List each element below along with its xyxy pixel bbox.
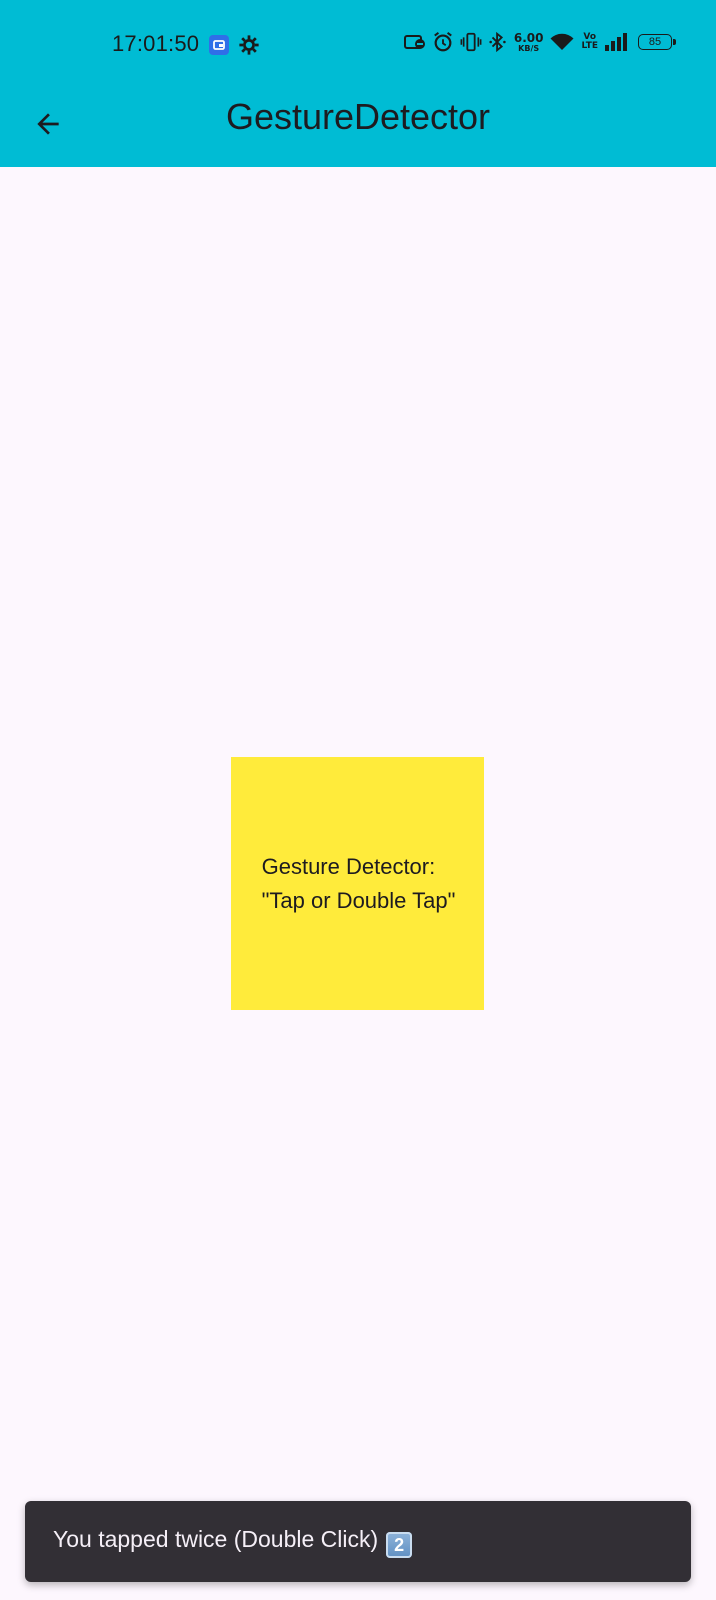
bluetooth-icon — [488, 31, 508, 53]
network-speed-unit: KB/S — [518, 43, 540, 53]
header: 17:01:50 6.00 KB/S Vo LTE 85 GestureDete… — [0, 0, 716, 167]
snackbar-message-wrap: You tapped twice (Double Click) 2 — [53, 1525, 413, 1558]
status-time: 17:01:50 — [112, 31, 200, 56]
page-title: GestureDetector — [225, 96, 491, 137]
alarm-icon — [432, 31, 454, 53]
wifi-icon — [549, 31, 575, 53]
gesture-detector-box[interactable]: Gesture Detector: "Tap or Double Tap" — [231, 757, 484, 1010]
battery-icon: 85 — [638, 34, 676, 50]
app-notification-icon — [208, 34, 230, 61]
network-speed: 6.00 KB/S — [514, 32, 544, 53]
gesture-box-line-2: "Tap or Double Tap" — [261, 887, 456, 913]
volte-indicator: Vo LTE — [581, 33, 598, 51]
vibrate-icon — [460, 31, 482, 53]
status-bar: 17:01:50 6.00 KB/S Vo LTE 85 — [0, 0, 716, 92]
screen-record-icon — [403, 32, 426, 52]
keycap-digit-two-emoji: 2 — [386, 1531, 413, 1558]
signal-icon — [604, 32, 628, 52]
app-bar: GestureDetector — [0, 92, 716, 167]
settings-gear-icon — [238, 34, 260, 61]
battery-level: 85 — [648, 36, 662, 48]
status-right-icons: 6.00 KB/S Vo LTE 85 — [403, 31, 676, 53]
status-left-icons — [208, 34, 260, 61]
snackbar: You tapped twice (Double Click) 2 — [25, 1501, 691, 1582]
gesture-box-line-1: Gesture Detector: — [261, 853, 436, 879]
gesture-box-text: Gesture Detector: "Tap or Double Tap" — [260, 850, 456, 918]
volte-bottom: LTE — [581, 41, 598, 51]
network-speed-value: 6.00 — [513, 30, 544, 45]
snackbar-message: You tapped twice (Double Click) — [53, 1525, 379, 1552]
